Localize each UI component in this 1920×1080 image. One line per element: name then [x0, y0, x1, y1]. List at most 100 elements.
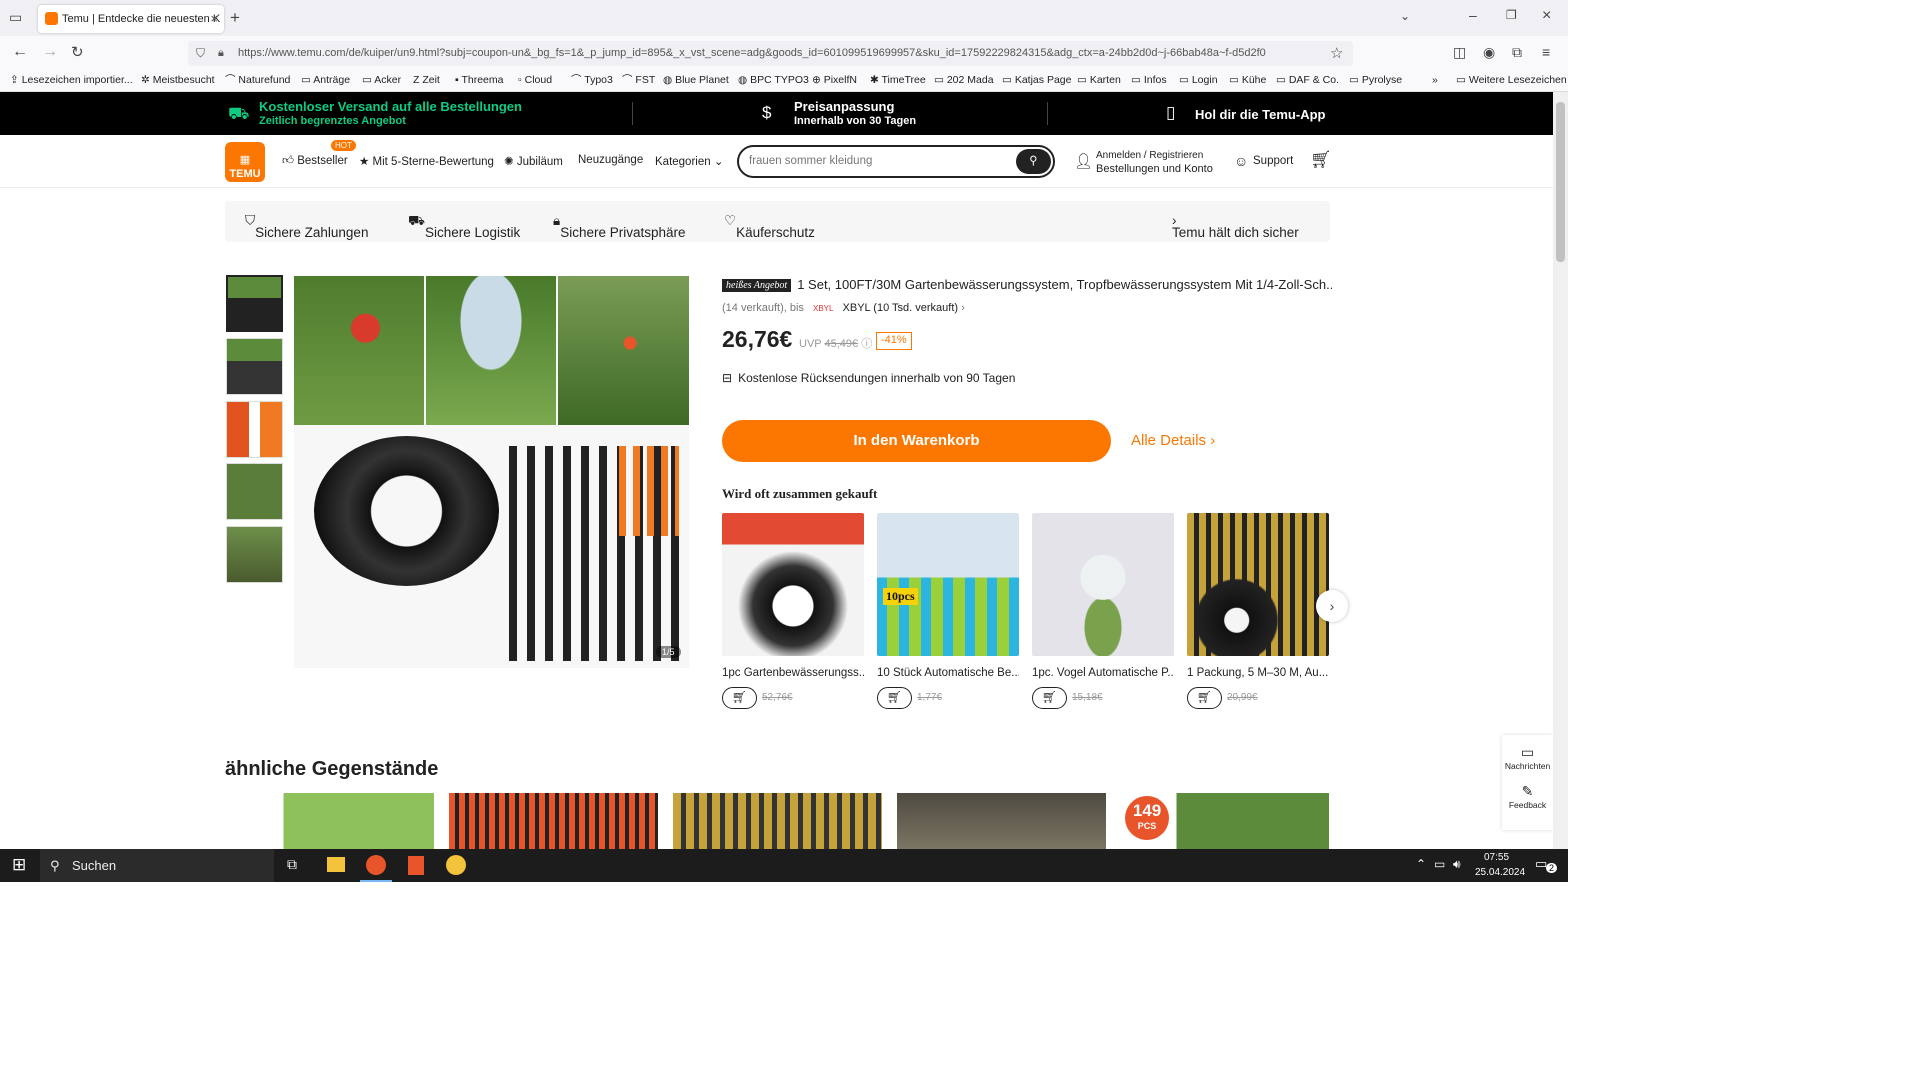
- bookmark-blue-planet[interactable]: ◍ Blue Planet: [663, 70, 729, 90]
- chrome-icon[interactable]: [446, 855, 466, 875]
- thumbnail-2[interactable]: [226, 338, 283, 395]
- bookmark-folder-daf[interactable]: ▭ DAF & Co.: [1276, 70, 1339, 90]
- task-view-icon[interactable]: ⧉: [287, 856, 297, 873]
- bookmark-folder-kuehe[interactable]: ▭ Kühe: [1229, 70, 1266, 90]
- taskbar-search[interactable]: ⚲ Suchen: [40, 849, 274, 882]
- search-input[interactable]: frauen sommer kleidung ⚲: [737, 145, 1055, 178]
- minimize-icon[interactable]: –: [1469, 7, 1477, 23]
- bookmark-typo3[interactable]: ⌒ Typo3: [571, 70, 613, 90]
- bookmark-cloud[interactable]: ▫ Cloud: [518, 70, 552, 90]
- rec-item-1[interactable]: 1pc Gartenbewässerungss... 🛒︎ 52,76€: [722, 513, 864, 711]
- rec-name[interactable]: 1 Packung, 5 M–30 M, Au...: [1187, 667, 1329, 679]
- bookmark-folder-karten[interactable]: ▭ Karten: [1077, 70, 1121, 90]
- restore-icon[interactable]: ❐: [1506, 8, 1517, 22]
- bookmark-folder-infos[interactable]: ▭ Infos: [1131, 70, 1167, 90]
- scrollbar[interactable]: [1553, 92, 1568, 849]
- phone-icon[interactable]: ▯: [1166, 103, 1175, 123]
- rec-image[interactable]: 10pcs: [877, 513, 1019, 656]
- clock-date[interactable]: 25.04.2024: [1475, 867, 1525, 878]
- carousel-next-icon[interactable]: ›: [1316, 590, 1348, 622]
- add-cart-icon[interactable]: 🛒︎: [877, 687, 912, 709]
- browser-tab[interactable]: Temu | Entdecke die neuesten K ×: [38, 5, 224, 33]
- back-icon[interactable]: ←: [12, 43, 28, 61]
- close-window-icon[interactable]: ×: [1542, 7, 1551, 25]
- add-cart-icon[interactable]: 🛒︎: [1032, 687, 1067, 709]
- search-icon[interactable]: ⚲: [1016, 149, 1051, 174]
- orders-link[interactable]: Bestellungen und Konto: [1096, 163, 1213, 175]
- reload-icon[interactable]: ↻: [71, 43, 84, 61]
- bookmark-zeit[interactable]: Z Zeit: [413, 70, 440, 90]
- rec-name[interactable]: 10 Stück Automatische Be...: [877, 667, 1019, 679]
- add-cart-icon[interactable]: 🛒︎: [1187, 687, 1222, 709]
- bookmark-folder-more[interactable]: ▭ Weitere Lesezeichen: [1456, 70, 1567, 90]
- seller-link[interactable]: XBYL (10 Tsd. verkauft): [843, 302, 959, 314]
- extensions-icon[interactable]: ⧉: [1512, 44, 1522, 61]
- scrollbar-thumb[interactable]: [1556, 102, 1565, 262]
- pdf-app-icon[interactable]: [408, 856, 424, 875]
- feedback-icon[interactable]: ✎: [1502, 783, 1553, 800]
- bookmark-folder-acker[interactable]: ▭ Acker: [362, 70, 401, 90]
- secure-privacy[interactable]: 🔒︎ Sichere Privatsphäre: [553, 213, 686, 240]
- similar-item-4[interactable]: [897, 793, 1106, 849]
- bookmark-star-icon[interactable]: ☆: [1330, 44, 1343, 62]
- lock-icon[interactable]: 🔒︎: [218, 41, 224, 66]
- buyer-protection[interactable]: ♡ Käuferschutz: [724, 213, 815, 240]
- menu-icon[interactable]: ≡: [1542, 44, 1550, 60]
- similar-item-2[interactable]: [449, 793, 658, 849]
- bookmark-pixelfn[interactable]: ⊕ PixelfN: [812, 70, 857, 90]
- rec-name[interactable]: 1pc Gartenbewässerungss...: [722, 667, 864, 679]
- bookmark-folder-pyrolyse[interactable]: ▭ Pyrolyse: [1349, 70, 1402, 90]
- pocket-icon[interactable]: ◫: [1453, 44, 1466, 61]
- tray-chevron-icon[interactable]: ⌃: [1416, 857, 1426, 871]
- network-icon[interactable]: ▭: [1434, 857, 1445, 871]
- support-link[interactable]: Support: [1253, 155, 1293, 167]
- firefox-icon[interactable]: [366, 855, 386, 875]
- rec-item-2[interactable]: 10pcs 10 Stück Automatische Be... 🛒︎ 1,77…: [877, 513, 1019, 711]
- similar-item-5[interactable]: 149 PCS: [1120, 793, 1329, 849]
- bookmark-naturefund[interactable]: ⌒ Naturefund: [225, 70, 290, 90]
- more-bookmarks-chevron-icon[interactable]: »: [1432, 70, 1438, 90]
- temu-safe-link[interactable]: Temu hält dich sicher ›: [1172, 213, 1299, 240]
- thumbnail-5[interactable]: [226, 526, 283, 583]
- forward-icon[interactable]: →: [42, 43, 58, 61]
- nav-jubilee[interactable]: ✺ Jubiläum: [504, 154, 563, 168]
- shield-icon[interactable]: ⛉: [196, 41, 205, 66]
- bookmark-folder-login[interactable]: ▭ Login: [1179, 70, 1218, 90]
- product-image[interactable]: 1/5: [294, 276, 689, 668]
- volume-icon[interactable]: 🔊︎: [1453, 857, 1461, 872]
- messages-label[interactable]: Nachrichten: [1502, 761, 1553, 771]
- thumbnail-3[interactable]: [226, 401, 283, 458]
- rec-image[interactable]: [722, 513, 864, 656]
- bookmark-folder-antraege[interactable]: ▭ Anträge: [301, 70, 350, 90]
- account-icon[interactable]: ◉: [1483, 44, 1495, 61]
- rec-image[interactable]: [1187, 513, 1329, 656]
- bookmark-import[interactable]: ⇪ Lesezeichen importier...: [10, 70, 133, 90]
- bookmark-most-visited[interactable]: ✲ Meistbesucht: [141, 70, 215, 90]
- all-details-link[interactable]: Alle Details ›: [1131, 432, 1215, 449]
- rec-image[interactable]: [1032, 513, 1174, 656]
- app-link[interactable]: Hol dir die Temu-App: [1195, 107, 1325, 122]
- rec-item-3[interactable]: 1pc. Vogel Automatische P... 🛒︎ 15,18€: [1032, 513, 1174, 711]
- bookmark-bpc-typo3[interactable]: ◍ BPC TYPO3: [738, 70, 809, 90]
- bookmark-threema[interactable]: ▪ Threema: [455, 70, 503, 90]
- rec-item-4[interactable]: 1 Packung, 5 M–30 M, Au... 🛒︎ 20,99€: [1187, 513, 1329, 711]
- clock-time[interactable]: 07:55: [1484, 852, 1509, 863]
- add-to-cart-button[interactable]: In den Warenkorb: [722, 420, 1111, 462]
- nav-categories[interactable]: Kategorien ⌄: [655, 154, 723, 168]
- similar-item-3[interactable]: [673, 793, 882, 849]
- file-explorer-icon[interactable]: [327, 857, 345, 872]
- bookmark-fst[interactable]: ⌒ FST: [622, 70, 655, 90]
- user-icon[interactable]: 👤︎: [1074, 152, 1093, 170]
- signin-link[interactable]: Anmelden / Registrieren: [1096, 150, 1203, 161]
- cart-icon[interactable]: 🛒︎: [1310, 150, 1332, 170]
- add-cart-icon[interactable]: 🛒︎: [722, 687, 757, 709]
- bookmark-folder-202-mada[interactable]: ▭ 202 Mada: [934, 70, 994, 90]
- close-tab-icon[interactable]: ×: [210, 5, 218, 33]
- temu-logo[interactable]: ▦ TEMU: [225, 142, 265, 182]
- windows-start-icon[interactable]: ⊞: [12, 855, 26, 875]
- secure-logistics[interactable]: ⛟ Sichere Logistik: [408, 213, 520, 240]
- thumbnail-4[interactable]: [226, 463, 283, 520]
- secure-payments[interactable]: ⛉ Sichere Zahlungen: [245, 213, 368, 240]
- similar-item-1[interactable]: [225, 793, 434, 849]
- url-field[interactable]: ⛉ 🔒︎ https://www.temu.com/de/kuiper/un9.…: [188, 41, 1353, 66]
